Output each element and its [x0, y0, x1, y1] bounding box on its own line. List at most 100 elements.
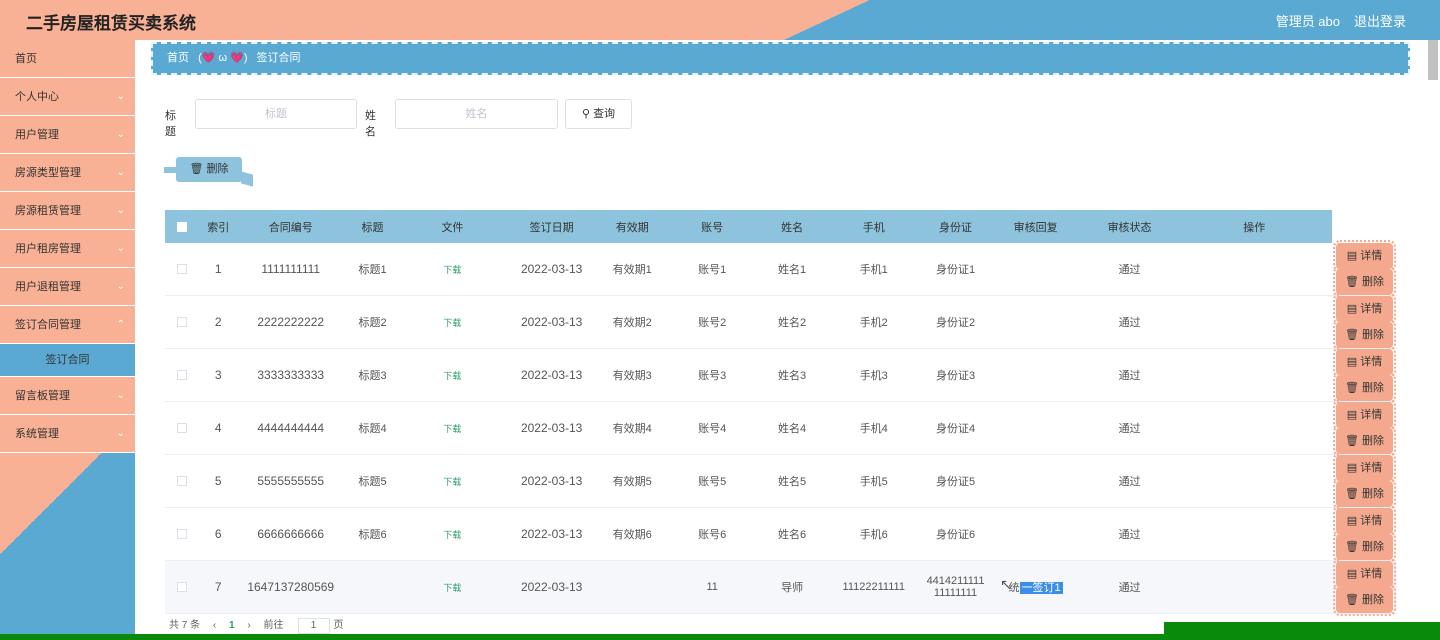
- cell-title: [344, 561, 401, 614]
- cell-name: 姓名4: [778, 423, 807, 435]
- pager-prev[interactable]: ‹: [213, 620, 216, 631]
- sidebar-item-messages[interactable]: 留言板管理 ⌄: [0, 377, 135, 415]
- cell-valid: 有效期2: [612, 317, 652, 329]
- sidebar-item-home[interactable]: 首页: [0, 40, 135, 78]
- query-button[interactable]: ⚲ 查询: [565, 99, 632, 129]
- delete-button[interactable]: 🗑 删除: [1333, 372, 1396, 404]
- trash-icon: 🗑: [1344, 594, 1359, 606]
- pager-goto-label: 前往: [263, 620, 284, 631]
- detail-button[interactable]: ▤ 详情: [1333, 399, 1396, 431]
- row-checkbox[interactable]: [177, 582, 188, 593]
- row-checkbox[interactable]: [177, 317, 188, 328]
- batch-delete-button[interactable]: 🗑 删除: [164, 157, 242, 182]
- sidebar-subitem-contract[interactable]: 签订合同: [0, 344, 135, 377]
- cell-phone: 11122211111: [842, 581, 905, 593]
- cell-title: 标题5: [358, 476, 387, 488]
- select-all-checkbox[interactable]: [177, 221, 188, 232]
- download-link[interactable]: 下载: [443, 265, 461, 275]
- sidebar-item-contracts[interactable]: 签订合同管理 ⌃: [0, 306, 135, 344]
- delete-button[interactable]: 🗑 删除: [1333, 266, 1396, 298]
- sidebar-item-user-return[interactable]: 用户退租管理 ⌄: [0, 268, 135, 306]
- document-icon: ▤: [1346, 356, 1358, 368]
- document-icon: ▤: [1346, 462, 1358, 474]
- table-row: 7 1647137280569 下载 2022-03-13 11 导师 1112221111…: [165, 558, 1397, 616]
- mouse-cursor-icon: ↖: [1000, 576, 1012, 592]
- cell-sign-date: 2022-03-13: [520, 262, 583, 276]
- cell-sign-date: 2022-03-13: [520, 368, 583, 382]
- download-link[interactable]: 下载: [443, 583, 461, 593]
- col-status: 审核状态: [1107, 221, 1152, 234]
- title-input[interactable]: 标题: [195, 99, 357, 129]
- sidebar: 首页 个人中心 ⌄ 用户管理 ⌄ 房源类型管理 ⌄ 房源租赁管理 ⌄ 用户租房管理 ⌄ 用…: [0, 40, 135, 640]
- detail-button[interactable]: ▤ 详情: [1333, 505, 1396, 537]
- col-index: 索引: [207, 221, 230, 234]
- cell-status: 通过: [1118, 423, 1141, 435]
- cell-sign-date: 2022-03-13: [520, 527, 583, 541]
- cell-reply: [989, 402, 1083, 455]
- download-link[interactable]: 下载: [443, 318, 461, 328]
- cell-sign-date: 2022-03-13: [520, 421, 583, 435]
- delete-button[interactable]: 🗑 删除: [1333, 478, 1396, 510]
- cell-phone: 手机4: [859, 423, 888, 435]
- row-checkbox[interactable]: [177, 529, 188, 540]
- row-checkbox[interactable]: [177, 476, 188, 487]
- app-title: 二手房屋租赁买卖系统: [26, 14, 196, 33]
- cell-valid: [599, 561, 665, 614]
- cell-phone: 手机2: [859, 317, 888, 329]
- download-link[interactable]: 下载: [443, 424, 461, 434]
- col-contract-no: 合同编号: [268, 221, 313, 234]
- pager-page[interactable]: 1: [229, 620, 235, 631]
- cell-phone: 手机3: [859, 370, 888, 382]
- pager-next[interactable]: ›: [247, 620, 250, 631]
- sidebar-item-profile[interactable]: 个人中心 ⌄: [0, 78, 135, 116]
- cell-valid: 有效期4: [612, 423, 652, 435]
- cell-name: 姓名2: [778, 317, 807, 329]
- cell-sign-date: 2022-03-13: [520, 315, 583, 329]
- download-link[interactable]: 下载: [443, 477, 461, 487]
- download-link[interactable]: 下载: [443, 371, 461, 381]
- row-checkbox[interactable]: [177, 423, 188, 434]
- sidebar-item-user-rent[interactable]: 用户租房管理 ⌄: [0, 230, 135, 268]
- chevron-down-icon: ⌄: [116, 243, 125, 254]
- bottom-bar: [0, 634, 1440, 640]
- delete-button[interactable]: 🗑 删除: [1333, 319, 1396, 351]
- sidebar-item-system[interactable]: 系统管理 ⌄: [0, 415, 135, 453]
- detail-button[interactable]: ▤ 详情: [1333, 346, 1396, 378]
- name-input[interactable]: 姓名: [395, 99, 558, 129]
- detail-button[interactable]: ▤ 详情: [1333, 452, 1396, 484]
- breadcrumb-current: 签订合同: [256, 52, 301, 64]
- table-row: 4 4444444444 标题4 下载 2022-03-13 有效期4 账号4 姓名4 手机4 身…: [165, 399, 1397, 457]
- download-link[interactable]: 下载: [443, 530, 461, 540]
- pager-goto-input[interactable]: 1: [297, 618, 330, 634]
- document-icon: ▤: [1346, 303, 1358, 315]
- delete-button[interactable]: 🗑 删除: [1333, 531, 1396, 563]
- chevron-up-icon: ⌃: [116, 319, 125, 330]
- scrollbar[interactable]: [1428, 40, 1438, 80]
- cell-contract-no: 3333333333: [257, 368, 325, 382]
- table-row: 2 2222222222 标题2 下载 2022-03-13 有效期2 账号2 姓名2 手机2 身…: [165, 293, 1397, 351]
- trash-icon: 🗑: [1344, 435, 1359, 447]
- logout-link[interactable]: 退出登录: [1354, 11, 1406, 30]
- delete-button[interactable]: 🗑 删除: [1333, 425, 1396, 457]
- delete-button[interactable]: 🗑 删除: [1333, 584, 1396, 616]
- title-label: 标题: [165, 110, 176, 138]
- contracts-table: 索引 合同编号 标题 文件 签订日期 有效期 账号 姓名 手机 身份证 审核回复…: [165, 210, 1397, 616]
- cell-account: 账号1: [698, 264, 727, 276]
- detail-button[interactable]: ▤ 详情: [1333, 240, 1396, 272]
- sidebar-item-house-types[interactable]: 房源类型管理 ⌄: [0, 154, 135, 192]
- cell-contract-no: 6666666666: [257, 527, 325, 541]
- detail-button[interactable]: ▤ 详情: [1333, 293, 1396, 325]
- row-checkbox[interactable]: [177, 370, 188, 381]
- table-header: 索引 合同编号 标题 文件 签订日期 有效期 账号 姓名 手机 身份证 审核回复…: [165, 210, 1397, 243]
- sidebar-item-house-rental[interactable]: 房源租赁管理 ⌄: [0, 192, 135, 230]
- cell-account: 账号3: [698, 370, 727, 382]
- document-icon: ▤: [1346, 568, 1358, 580]
- cell-phone: 手机1: [859, 264, 888, 276]
- pager-page-unit: 页: [333, 620, 344, 631]
- detail-button[interactable]: ▤ 详情: [1333, 558, 1396, 590]
- sidebar-item-users[interactable]: 用户管理 ⌄: [0, 116, 135, 154]
- cell-valid: 有效期6: [612, 529, 652, 541]
- cell-idcard: 身份证4: [935, 423, 976, 435]
- breadcrumb-home[interactable]: 首页: [167, 52, 189, 64]
- row-checkbox[interactable]: [177, 264, 188, 275]
